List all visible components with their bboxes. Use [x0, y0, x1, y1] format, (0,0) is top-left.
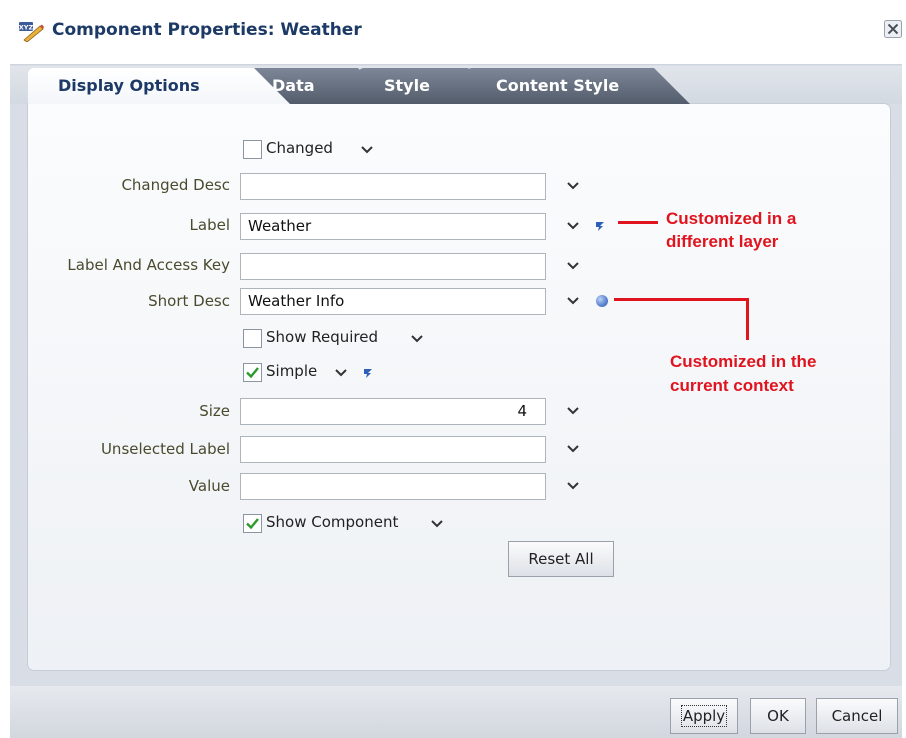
show-required-checkbox[interactable] — [243, 329, 262, 348]
tab-label: Style — [384, 76, 430, 95]
unselected-label-input[interactable] — [240, 436, 546, 463]
chevron-down-icon[interactable] — [566, 261, 580, 271]
value-input[interactable] — [240, 473, 546, 500]
annotation-pointer-line — [618, 221, 658, 224]
tab-display-options[interactable]: Display Options — [28, 68, 290, 104]
svg-text:XYZ: XYZ — [19, 24, 34, 32]
simple-checkbox[interactable] — [243, 363, 262, 382]
chevron-down-icon[interactable] — [430, 519, 444, 529]
dialog-title: Component Properties: Weather — [52, 20, 362, 40]
chevron-down-icon[interactable] — [566, 296, 580, 306]
chevron-down-icon[interactable] — [566, 406, 580, 416]
reset-all-button[interactable]: Reset All — [508, 541, 614, 577]
checkmark-icon — [246, 367, 259, 379]
changed-checkbox[interactable] — [243, 140, 262, 159]
chevron-down-icon[interactable] — [566, 444, 580, 454]
size-input[interactable]: 4 — [240, 398, 546, 425]
annotation-context-line2: current context — [670, 376, 794, 395]
changed-label: Changed — [266, 139, 333, 157]
short-desc-input[interactable]: Weather Info — [240, 288, 546, 315]
simple-label: Simple — [266, 362, 318, 380]
label-access-key-input[interactable] — [240, 253, 546, 280]
show-required-label: Show Required — [266, 328, 379, 346]
tab-label: Display Options — [58, 76, 200, 95]
label-input[interactable]: Weather — [240, 213, 546, 240]
apply-button-label: Apply — [680, 705, 728, 727]
apply-button[interactable]: Apply — [670, 698, 738, 734]
chevron-down-icon[interactable] — [360, 145, 374, 155]
chevron-down-icon[interactable] — [334, 368, 348, 378]
customized-different-layer-icon — [596, 222, 604, 231]
tab-label: Content Style — [496, 76, 620, 95]
ok-button[interactable]: OK — [750, 698, 806, 734]
value-label: Value — [188, 477, 230, 495]
annotation-pointer-line — [614, 298, 749, 301]
label-access-key-label: Label And Access Key — [67, 256, 230, 274]
short-desc-label: Short Desc — [148, 292, 230, 310]
label-label: Label — [189, 216, 230, 234]
annotation-pointer-line — [746, 298, 749, 340]
annotation-layer-line1: Customized in a — [666, 209, 797, 228]
annotation-context-line1: Customized in the — [670, 352, 817, 371]
size-label: Size — [199, 402, 230, 420]
changed-desc-label: Changed Desc — [121, 176, 230, 194]
chevron-down-icon[interactable] — [410, 334, 424, 344]
close-icon[interactable] — [884, 20, 902, 38]
property-inspector-icon: XYZ — [19, 22, 44, 42]
checkmark-icon — [246, 518, 259, 530]
tab-content-style[interactable]: Content Style — [466, 68, 690, 104]
customized-current-context-icon — [596, 295, 608, 307]
chevron-down-icon[interactable] — [566, 181, 580, 191]
annotation-layer-line2: different layer — [666, 232, 779, 251]
customized-different-layer-icon — [364, 369, 372, 378]
show-component-checkbox[interactable] — [243, 514, 262, 533]
changed-desc-input[interactable] — [240, 173, 546, 200]
unselected-label-label: Unselected Label — [100, 440, 230, 458]
show-component-label: Show Component — [266, 513, 399, 531]
chevron-down-icon[interactable] — [566, 221, 580, 231]
cancel-button[interactable]: Cancel — [816, 698, 898, 734]
chevron-down-icon[interactable] — [566, 481, 580, 491]
